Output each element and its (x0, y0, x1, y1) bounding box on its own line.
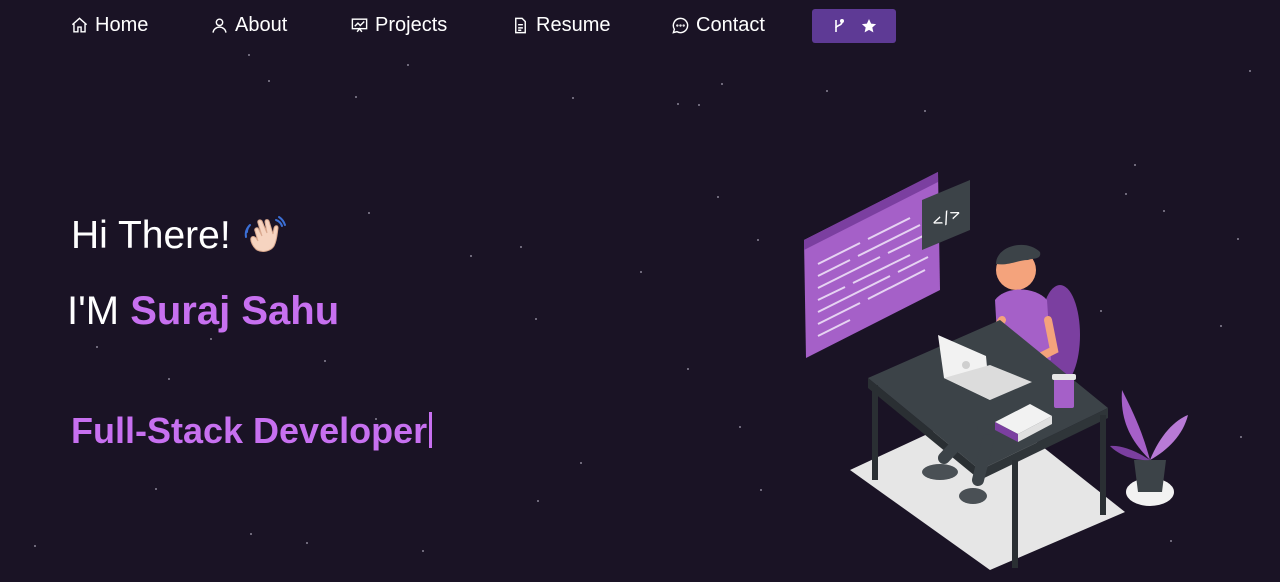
greeting-text: Hi There! (71, 214, 231, 257)
git-fork-icon (835, 18, 845, 32)
intro-heading: I'M Suraj Sahu (67, 289, 339, 334)
top-navbar: Home About Projects Resume Contact (0, 0, 1280, 50)
nav-contact-label: Contact (696, 13, 765, 36)
nav-about[interactable]: About (210, 12, 287, 38)
nav-contact[interactable]: Contact (671, 12, 765, 38)
typewriter-role: Full-Stack Developer (71, 410, 433, 452)
waving-hand-icon (244, 216, 286, 252)
role-text: Full-Stack Developer (71, 410, 428, 451)
intro-prefix: I'M (67, 289, 131, 333)
nav-resume[interactable]: Resume (511, 12, 610, 38)
developer-name: Suraj Sahu (130, 289, 340, 333)
nav-projects-label: Projects (375, 13, 448, 36)
nav-home[interactable]: Home (70, 12, 148, 38)
nav-projects[interactable]: Projects (350, 12, 447, 38)
nav-home-label: Home (95, 13, 149, 36)
star-icon (861, 19, 877, 33)
document-icon (515, 17, 526, 33)
developer-illustration: </> (804, 172, 1188, 570)
user-icon (212, 17, 227, 33)
nav-about-label: About (235, 13, 288, 36)
github-star-fork-button[interactable] (812, 9, 896, 43)
nav-resume-label: Resume (536, 13, 611, 36)
greeting-heading: Hi There! (71, 214, 287, 258)
typing-cursor (429, 412, 433, 448)
home-icon (71, 16, 88, 33)
chat-icon (672, 17, 689, 34)
presentation-icon (351, 17, 368, 32)
